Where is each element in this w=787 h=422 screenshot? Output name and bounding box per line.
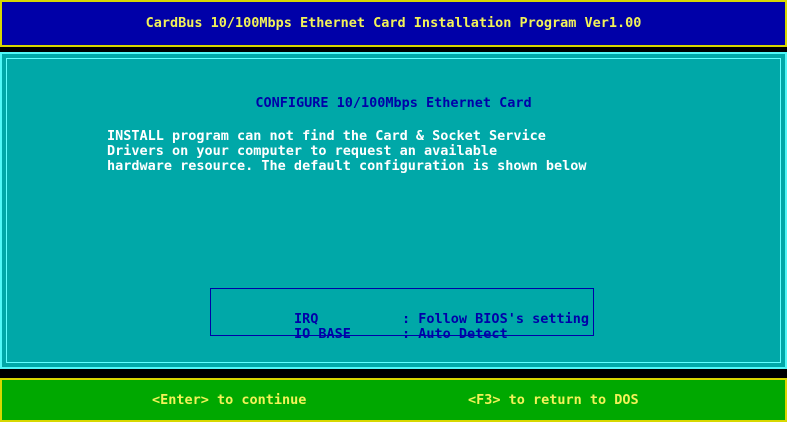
program-title: CardBus 10/100Mbps Ethernet Card Install… — [145, 15, 642, 31]
enter-continue-key[interactable]: <Enter> to continue — [152, 392, 306, 408]
configure-heading: CONFIGURE 10/100Mbps Ethernet Card — [255, 95, 532, 111]
config-row-irq: IRQ: Follow BIOS's setting — [229, 297, 589, 327]
panel-inner-frame: CONFIGURE 10/100Mbps Ethernet Card INSTA… — [6, 58, 781, 363]
default-config-box: IRQ: Follow BIOS's setting IO BASE : Auto… — [210, 288, 594, 342]
configure-panel: CONFIGURE 10/100Mbps Ethernet Card INSTA… — [0, 52, 787, 369]
io-base-label: IO BASE — [294, 326, 351, 342]
message-line: hardware resource. The default configura… — [107, 158, 587, 174]
f3-return-dos-key[interactable]: <F3> to return to DOS — [468, 392, 639, 408]
title-bar: CardBus 10/100Mbps Ethernet Card Install… — [0, 0, 787, 47]
key-hint-bar: <Enter> to continue <F3> to return to DO… — [0, 378, 787, 422]
message-line: INSTALL program can not find the Card & … — [107, 128, 546, 144]
config-row-io-base: IO BASE : Auto Detect — [229, 312, 508, 342]
message-line: Drivers on your computer to request an a… — [107, 143, 498, 159]
info-message: INSTALL program can not find the Card & … — [107, 129, 587, 174]
io-base-value: : Auto Detect — [402, 326, 508, 342]
